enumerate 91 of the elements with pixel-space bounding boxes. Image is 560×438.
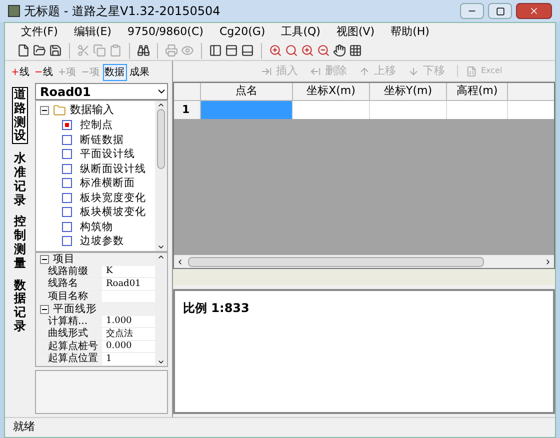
folder-icon	[53, 104, 66, 117]
menu-item[interactable]: 帮助(H)	[390, 24, 430, 40]
checkbox[interactable]	[62, 120, 72, 130]
checkbox[interactable]	[62, 222, 72, 232]
maximize-button[interactable]	[488, 3, 512, 19]
insert-icon	[261, 66, 272, 76]
grid-icon[interactable]	[349, 44, 362, 57]
menu-item[interactable]: 文件(F)	[21, 24, 58, 40]
checkbox[interactable]	[62, 164, 72, 174]
tree-item[interactable]: 构筑物	[80, 220, 113, 234]
property-value[interactable]: K	[106, 265, 113, 278]
tree-item[interactable]: 纵断面设计线	[80, 162, 146, 176]
tree-item[interactable]: 板块横坡变化	[80, 205, 146, 220]
vertical-scrollbar[interactable]	[155, 253, 167, 366]
checkbox[interactable]	[62, 178, 72, 188]
toolbar-button[interactable]: −线	[32, 64, 55, 80]
vertical-scrollbar[interactable]	[155, 101, 167, 251]
open-folder-icon[interactable]	[33, 44, 46, 57]
toolbar-button[interactable]: +线	[9, 64, 32, 80]
property-name: 项目名称	[36, 290, 102, 302]
toolbar-button[interactable]: 成果	[128, 64, 152, 80]
tree-item[interactable]: 板块宽度变化	[80, 190, 146, 205]
new-file-icon[interactable]	[17, 44, 30, 57]
property-name: 曲线形式	[36, 328, 102, 340]
scroll-left-icon	[176, 258, 184, 266]
property-name: 线路名	[36, 278, 102, 290]
table-cell[interactable]	[201, 101, 293, 119]
property-name: 起算点桩号	[36, 340, 102, 352]
checkbox[interactable]	[62, 236, 72, 246]
panel-top-icon[interactable]	[225, 44, 238, 57]
checkbox[interactable]	[62, 134, 72, 145]
tree-item[interactable]: 边坡参数	[80, 234, 124, 248]
property-name: 起算点位置	[36, 353, 102, 364]
binoculars-icon[interactable]	[137, 44, 150, 57]
property-value[interactable]: 1	[106, 352, 112, 365]
menu-item[interactable]: 视图(V)	[336, 24, 375, 40]
maximize-icon	[496, 6, 504, 16]
tree-item[interactable]: 标准横断面	[80, 176, 135, 190]
window-title: 无标题 - 道路之星V1.32-20150504	[24, 3, 220, 20]
zoom-out-icon[interactable]	[317, 44, 330, 57]
toolbar-button[interactable]: 数据	[102, 64, 127, 80]
zoom-in-icon[interactable]	[269, 44, 282, 57]
up-icon	[359, 66, 370, 76]
menu-item[interactable]: 工具(Q)	[281, 24, 320, 40]
road-dropdown[interactable]: Road01	[35, 83, 168, 100]
menu-item[interactable]: 9750/9860(C)	[127, 24, 204, 40]
tree-item[interactable]: 控制点	[80, 118, 113, 132]
property-value[interactable]: 0.000	[106, 340, 132, 352]
horizontal-scrollbar[interactable]	[174, 255, 554, 268]
property-category: 平面线形	[53, 303, 97, 316]
checkbox[interactable]	[62, 207, 72, 218]
scale-label: 比例 1:833	[183, 301, 250, 315]
side-tab[interactable]: 道路测设	[12, 87, 28, 144]
save-icon[interactable]	[49, 44, 62, 57]
delete-icon	[310, 66, 321, 76]
menu-item[interactable]: Cg20(G)	[219, 24, 266, 40]
tree-item[interactable]: 数据输入	[70, 102, 114, 119]
scroll-up-icon	[157, 253, 165, 261]
scroll-down-icon	[157, 358, 165, 366]
menu-item[interactable]: 编辑(E)	[74, 24, 112, 40]
tree-item[interactable]: 平面设计线	[80, 147, 135, 162]
checkbox[interactable]	[62, 192, 72, 203]
row-header: 1	[174, 101, 201, 119]
scroll-up-icon	[157, 101, 165, 109]
property-value[interactable]: Road01	[106, 278, 141, 290]
property-name: 线路前缀	[36, 266, 102, 277]
side-tab[interactable]: 水准记录	[12, 152, 28, 208]
side-tab[interactable]: 数据记录	[12, 278, 28, 334]
scroll-right-icon	[544, 258, 552, 266]
collapse-toggle[interactable]	[40, 304, 49, 314]
property-category: 项目	[53, 253, 75, 266]
property-value[interactable]: 交点法	[106, 328, 133, 340]
down-icon	[408, 66, 419, 76]
scroll-down-icon	[157, 243, 165, 251]
app-icon	[8, 5, 20, 17]
checkbox[interactable]	[62, 149, 72, 160]
close-icon	[529, 6, 539, 16]
property-value[interactable]: 1.000	[106, 315, 132, 328]
collapse-toggle[interactable]	[40, 106, 49, 115]
status-text: 就绪	[13, 419, 35, 436]
panel-bottom-icon[interactable]	[241, 44, 254, 57]
property-name: 计算精...	[36, 316, 102, 327]
pan-icon[interactable]	[333, 44, 346, 57]
zoom-window-icon[interactable]	[285, 44, 298, 57]
excel-icon	[466, 66, 477, 76]
collapse-toggle[interactable]	[40, 254, 49, 264]
panel-left-icon[interactable]	[209, 44, 222, 57]
tree-item[interactable]: 断链数据	[80, 132, 124, 147]
close-button[interactable]	[516, 3, 552, 19]
zoom-plus-icon[interactable]	[301, 44, 314, 57]
side-tab[interactable]: 控制测量	[12, 215, 28, 271]
